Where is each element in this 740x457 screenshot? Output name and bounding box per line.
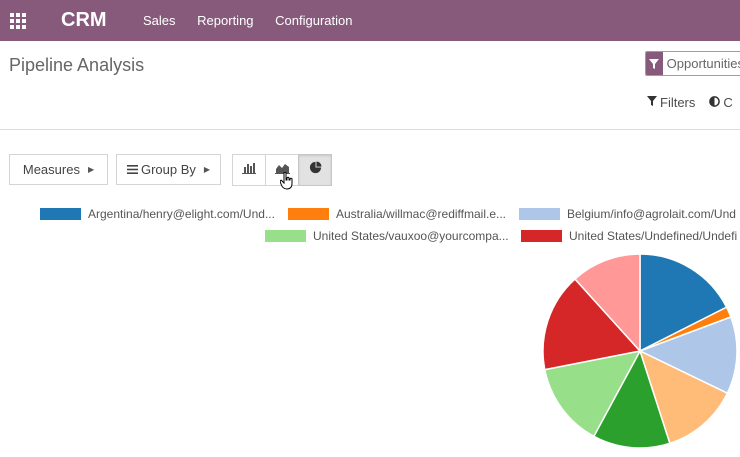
measures-button[interactable]: Measures ▶	[9, 154, 108, 185]
legend-label: United States/vauxoo@yourcompa...	[313, 229, 509, 243]
legend-item[interactable]: United States/vauxoo@yourcompa...	[265, 229, 509, 243]
apps-menu-icon[interactable]	[0, 0, 36, 41]
legend-label: Australia/willmac@rediffmail.e...	[336, 207, 507, 221]
group-by-button[interactable]: Group By ▶	[116, 154, 221, 185]
bar-chart-button[interactable]	[232, 154, 266, 186]
pie-slice[interactable]	[639, 253, 728, 353]
pie-chart-icon	[309, 161, 322, 179]
legend-item[interactable]: Australia/willmac@rediffmail.e...	[288, 207, 506, 221]
legend-label: Argentina/henry@elight.com/Und...	[88, 207, 275, 221]
pie-chart-button[interactable]	[298, 154, 332, 186]
group-by-label: Group By	[140, 162, 196, 177]
search-bar[interactable]: Opportunities	[645, 51, 740, 76]
top-navbar: CRM Sales Reporting Configuration	[0, 0, 740, 41]
search-options: Filters C	[647, 95, 740, 110]
legend-item[interactable]: United States/Undefined/Undefi	[521, 229, 737, 243]
main-menu: Sales Reporting Configuration	[143, 13, 370, 28]
legend-swatch	[519, 208, 560, 220]
legend-swatch	[521, 230, 562, 242]
page-title: Pipeline Analysis	[9, 55, 145, 75]
measures-label: Measures	[22, 162, 80, 177]
filters-button[interactable]: Filters	[647, 95, 695, 110]
list-icon	[126, 162, 138, 177]
search-facet[interactable]: Opportunities	[663, 56, 740, 71]
pie-slice[interactable]	[638, 316, 738, 395]
half-circle-icon	[709, 95, 721, 110]
filter-icon	[646, 52, 663, 75]
caret-right-icon: ▶	[203, 165, 211, 174]
bar-chart-icon	[242, 161, 256, 179]
legend-item[interactable]: Argentina/henry@elight.com/Und...	[40, 207, 275, 221]
pie-slice[interactable]	[542, 277, 642, 371]
menu-item-configuration[interactable]: Configuration	[275, 13, 352, 28]
filter-icon	[647, 96, 657, 109]
legend-item[interactable]: Belgium/info@agrolait.com/Und	[519, 207, 736, 221]
mouse-cursor-icon	[279, 171, 294, 195]
pie-slice[interactable]	[592, 349, 671, 449]
caret-right-icon: ▶	[87, 165, 95, 174]
menu-item-reporting[interactable]: Reporting	[197, 13, 253, 28]
legend-swatch	[40, 208, 81, 220]
filters-label: Filters	[660, 95, 696, 110]
pie-slice[interactable]	[638, 349, 729, 445]
legend-label: Belgium/info@agrolait.com/Und	[567, 207, 736, 221]
legend-swatch	[288, 208, 329, 220]
pie-slice[interactable]	[639, 306, 732, 352]
pie-slice[interactable]	[573, 253, 641, 353]
compare-button[interactable]: C	[709, 95, 733, 110]
legend-label: United States/Undefined/Undefi	[569, 229, 738, 243]
legend-swatch	[265, 230, 306, 242]
pie-slice[interactable]	[543, 349, 642, 438]
divider	[0, 129, 740, 130]
app-name[interactable]: CRM	[61, 9, 143, 32]
compare-label: C	[723, 95, 733, 110]
menu-item-sales[interactable]: Sales	[143, 13, 176, 28]
